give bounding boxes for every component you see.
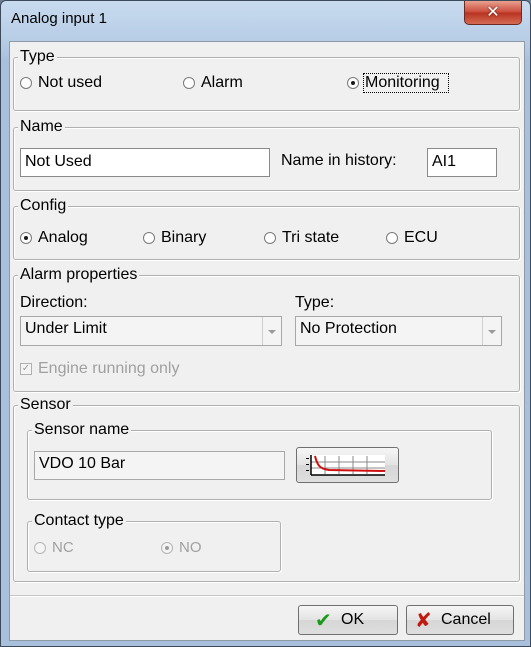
sensor-name-group: Sensor name VDO 10 Bar (27, 421, 492, 500)
cancel-x-icon: ✘ (415, 608, 432, 632)
name-in-history-input[interactable]: AI1 (427, 148, 497, 177)
name-in-history-label: Name in history: (281, 152, 397, 169)
type-monitoring-radio[interactable] (347, 77, 359, 89)
name-input[interactable]: Not Used (20, 148, 270, 177)
config-ecu-radio[interactable] (386, 232, 398, 244)
close-icon: ✕ (486, 2, 500, 21)
config-group: Config Analog Binary Tri state ECU (13, 197, 520, 260)
contact-no-radio[interactable] (161, 542, 173, 554)
type-group-legend: Type (18, 48, 57, 66)
sensor-curve-icon (306, 455, 386, 476)
contact-nc-label[interactable]: NC (52, 539, 74, 556)
cancel-label: Cancel (441, 611, 491, 628)
config-binary-radio[interactable] (143, 232, 155, 244)
contact-type-group: Contact type NC NO (27, 512, 281, 572)
chevron-down-icon[interactable] (262, 317, 281, 345)
engine-running-checkbox[interactable]: ✓ (20, 363, 32, 375)
sensor-group: Sensor Sensor name VDO 10 Bar Contact ty… (13, 396, 520, 582)
alarm-type-value: No Protection (300, 320, 397, 337)
config-tri-state-label[interactable]: Tri state (282, 229, 339, 247)
sensor-group-legend: Sensor (18, 396, 73, 414)
type-alarm-label[interactable]: Alarm (201, 74, 243, 92)
sensor-name-field[interactable]: VDO 10 Bar (34, 451, 285, 480)
type-not-used-label[interactable]: Not used (38, 74, 102, 92)
config-tri-state-radio[interactable] (264, 232, 276, 244)
dialog-window: Analog input 1 ✕ Type Not used Alarm Mon… (0, 0, 531, 647)
dialog-client-area: Type Not used Alarm Monitoring Name Not … (9, 41, 525, 641)
type-monitoring-label[interactable]: Monitoring (365, 74, 440, 92)
name-group-legend: Name (18, 118, 65, 136)
config-group-legend: Config (18, 197, 69, 215)
title-bar[interactable]: Analog input 1 ✕ (1, 1, 530, 41)
button-separator (10, 595, 524, 597)
ok-label: OK (341, 611, 365, 628)
config-analog-label[interactable]: Analog (38, 229, 88, 247)
contact-type-legend: Contact type (32, 512, 126, 530)
cancel-button[interactable]: ✘ Cancel (406, 605, 514, 635)
engine-running-label: Engine running only (38, 360, 180, 377)
direction-dropdown[interactable]: Under Limit (20, 316, 282, 346)
alarm-type-dropdown[interactable]: No Protection (295, 316, 502, 346)
type-group: Type Not used Alarm Monitoring (13, 48, 520, 111)
config-binary-label[interactable]: Binary (161, 229, 206, 247)
contact-no-label[interactable]: NO (179, 539, 202, 556)
chevron-down-icon[interactable] (482, 317, 501, 345)
config-analog-radio[interactable] (20, 232, 32, 244)
type-not-used-radio[interactable] (20, 77, 32, 89)
window-title: Analog input 1 (11, 10, 107, 27)
type-alarm-radio[interactable] (183, 77, 195, 89)
alarm-properties-group: Alarm properties Direction: Under Limit … (13, 266, 520, 392)
alarm-properties-legend: Alarm properties (18, 266, 140, 284)
config-ecu-label[interactable]: ECU (404, 229, 438, 247)
contact-nc-radio[interactable] (34, 542, 46, 554)
direction-label: Direction: (20, 294, 88, 311)
check-icon: ✔ (315, 608, 332, 632)
direction-value: Under Limit (25, 320, 107, 337)
name-group: Name Not Used Name in history: AI1 (13, 118, 520, 191)
sensor-name-legend: Sensor name (32, 421, 132, 439)
alarm-type-label: Type: (295, 294, 335, 311)
sensor-curve-button[interactable] (296, 447, 399, 483)
ok-button[interactable]: ✔ OK (298, 605, 398, 635)
close-button[interactable]: ✕ (464, 1, 522, 25)
